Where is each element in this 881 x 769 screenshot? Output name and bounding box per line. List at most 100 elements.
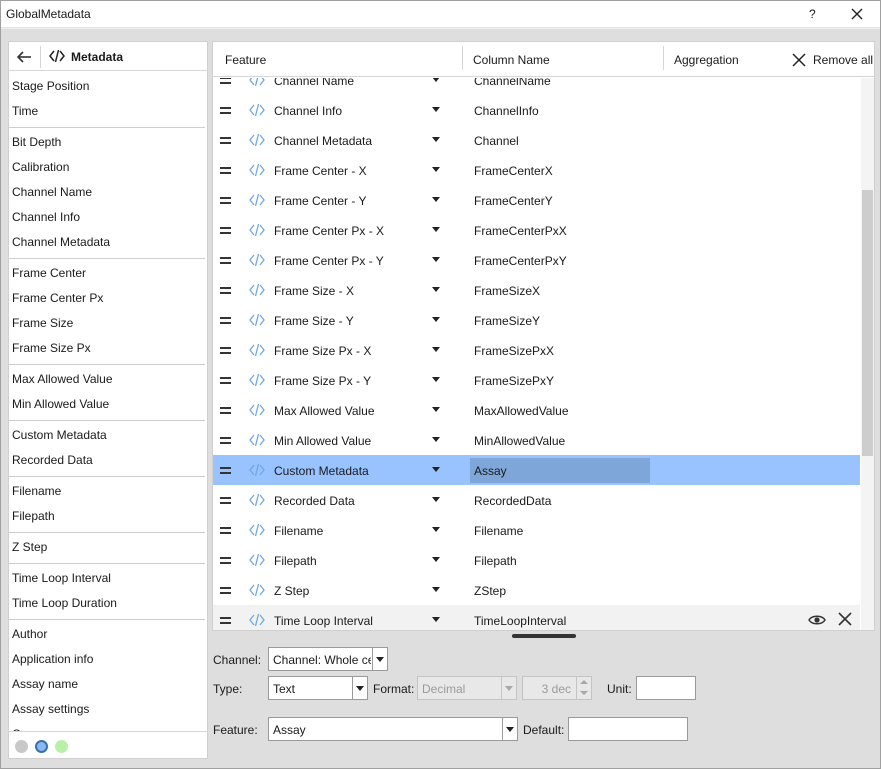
feature-dropdown-arrow-icon[interactable] — [502, 718, 517, 740]
table-row[interactable]: Frame Center Px - X FrameCenterPxX — [213, 215, 860, 245]
column-name-editor[interactable]: Assay — [470, 458, 650, 483]
feature-dropdown-arrow-icon[interactable] — [432, 497, 440, 502]
table-row[interactable]: Channel Metadata Channel — [213, 125, 860, 155]
feature-list-item[interactable]: Author — [9, 622, 205, 647]
table-row[interactable]: Frame Size Px - Y FrameSizePxY — [213, 365, 860, 395]
table-row[interactable]: Max Allowed Value MaxAllowedValue — [213, 395, 860, 425]
drag-handle-icon[interactable] — [220, 257, 231, 264]
feature-list-item[interactable]: Stage Position — [9, 74, 205, 99]
drag-handle-icon[interactable] — [220, 407, 231, 414]
drag-handle-icon[interactable] — [220, 527, 231, 534]
table-row[interactable]: Frame Center - Y FrameCenterY — [213, 185, 860, 215]
feature-list-item[interactable]: Frame Center Px — [9, 286, 205, 311]
feature-list-item[interactable]: Frame Center — [9, 261, 205, 286]
default-input[interactable] — [568, 717, 688, 741]
format-dropdown-arrow-icon[interactable] — [501, 677, 516, 699]
feature-dropdown-arrow-icon[interactable] — [432, 317, 440, 322]
feature-dropdown-arrow-icon[interactable] — [432, 527, 440, 532]
table-row[interactable]: Min Allowed Value MinAllowedValue — [213, 425, 860, 455]
feature-list-item[interactable]: Max Allowed Value — [9, 367, 205, 392]
type-dropdown-arrow-icon[interactable] — [352, 677, 367, 699]
feature-dropdown-arrow-icon[interactable] — [432, 407, 440, 412]
table-row[interactable]: Frame Size Px - X FrameSizePxX — [213, 335, 860, 365]
feature-dropdown-arrow-icon[interactable] — [432, 347, 440, 352]
drag-handle-icon[interactable] — [220, 167, 231, 174]
aggregation-column-header[interactable]: Aggregation — [674, 53, 739, 67]
close-window-icon[interactable] — [847, 4, 867, 24]
feature-list-item[interactable]: Channel Info — [9, 205, 205, 230]
status-dot-green[interactable] — [55, 740, 68, 753]
vertical-scrollbar[interactable] — [861, 78, 874, 630]
feature-list-item[interactable]: Filepath — [9, 504, 205, 529]
drag-handle-icon[interactable] — [220, 78, 231, 84]
feature-dropdown-arrow-icon[interactable] — [432, 78, 440, 82]
remove-row-x-icon[interactable] — [837, 611, 853, 627]
spinbox-arrows[interactable] — [576, 677, 591, 699]
drag-handle-icon[interactable] — [220, 107, 231, 114]
table-row[interactable]: Frame Size - X FrameSizeX — [213, 275, 860, 305]
feature-list-item[interactable]: Channel Name — [9, 180, 205, 205]
drag-handle-icon[interactable] — [220, 497, 231, 504]
feature-dropdown-arrow-icon[interactable] — [432, 287, 440, 292]
feature-list-item[interactable]: Time Loop Duration — [9, 591, 205, 616]
feature-column-header[interactable]: Feature — [225, 53, 266, 67]
feature-list-item[interactable]: Calibration — [9, 155, 205, 180]
remove-all-button[interactable]: Remove all — [791, 50, 873, 70]
drag-handle-icon[interactable] — [220, 557, 231, 564]
back-arrow-icon[interactable] — [13, 46, 35, 68]
feature-dropdown[interactable]: Assay — [268, 717, 518, 741]
table-row[interactable]: Frame Center - X FrameCenterX — [213, 155, 860, 185]
feature-dropdown-arrow-icon[interactable] — [432, 467, 440, 472]
feature-list-item[interactable]: Min Allowed Value — [9, 392, 205, 417]
help-button[interactable]: ? — [809, 7, 816, 21]
format-dropdown[interactable]: Decimal — [417, 676, 517, 700]
splitter-handle[interactable] — [512, 634, 576, 638]
feature-list-item[interactable]: Bit Depth — [9, 130, 205, 155]
feature-list-item[interactable]: Assay settings — [9, 697, 205, 722]
drag-handle-icon[interactable] — [220, 197, 231, 204]
drag-handle-icon[interactable] — [220, 227, 231, 234]
feature-list-item[interactable]: Time Loop Interval — [9, 566, 205, 591]
decimals-spinbox[interactable]: 3 dec — [522, 676, 592, 700]
feature-dropdown-arrow-icon[interactable] — [432, 257, 440, 262]
feature-dropdown-arrow-icon[interactable] — [432, 137, 440, 142]
feature-dropdown-arrow-icon[interactable] — [432, 107, 440, 112]
status-dot-gray[interactable] — [15, 740, 28, 753]
feature-list-item[interactable]: Recorded Data — [9, 448, 205, 473]
scrollbar-thumb[interactable] — [862, 190, 873, 456]
table-row[interactable]: Frame Center Px - Y FrameCenterPxY — [213, 245, 860, 275]
table-row[interactable]: Channel Info ChannelInfo — [213, 95, 860, 125]
feature-list-item[interactable]: Filename — [9, 479, 205, 504]
table-row[interactable]: Time Loop Interval TimeLoopInterval — [213, 605, 860, 630]
feature-list-item[interactable]: Frame Size Px — [9, 336, 205, 361]
table-row[interactable]: Z Step ZStep — [213, 575, 860, 605]
table-row[interactable]: Custom Metadata Assay — [213, 455, 860, 485]
eye-icon[interactable] — [808, 612, 826, 628]
feature-list-item[interactable]: Custom Metadata — [9, 423, 205, 448]
table-row[interactable]: Channel Name ChannelName — [213, 78, 860, 95]
feature-list-item[interactable]: Z Step — [9, 535, 205, 560]
feature-dropdown-arrow-icon[interactable] — [432, 587, 440, 592]
feature-list-item[interactable]: Assay name — [9, 672, 205, 697]
unit-input[interactable] — [636, 676, 696, 700]
table-row[interactable]: Filepath Filepath — [213, 545, 860, 575]
channel-dropdown[interactable]: Channel: Whole cell ( — [268, 647, 388, 671]
channel-dropdown-arrow-icon[interactable] — [372, 648, 387, 670]
drag-handle-icon[interactable] — [220, 137, 231, 144]
feature-dropdown-arrow-icon[interactable] — [432, 557, 440, 562]
table-row[interactable]: Frame Size - Y FrameSizeY — [213, 305, 860, 335]
feature-list-item[interactable]: Time — [9, 99, 205, 124]
feature-dropdown-arrow-icon[interactable] — [432, 437, 440, 442]
drag-handle-icon[interactable] — [220, 347, 231, 354]
feature-list-item[interactable]: Application info — [9, 647, 205, 672]
feature-list-item[interactable]: Frame Size — [9, 311, 205, 336]
feature-dropdown-arrow-icon[interactable] — [432, 227, 440, 232]
feature-dropdown-arrow-icon[interactable] — [432, 617, 440, 622]
drag-handle-icon[interactable] — [220, 287, 231, 294]
drag-handle-icon[interactable] — [220, 317, 231, 324]
table-row[interactable]: Recorded Data RecordedData — [213, 485, 860, 515]
drag-handle-icon[interactable] — [220, 617, 231, 624]
drag-handle-icon[interactable] — [220, 437, 231, 444]
drag-handle-icon[interactable] — [220, 467, 231, 474]
type-dropdown[interactable]: Text — [268, 676, 368, 700]
